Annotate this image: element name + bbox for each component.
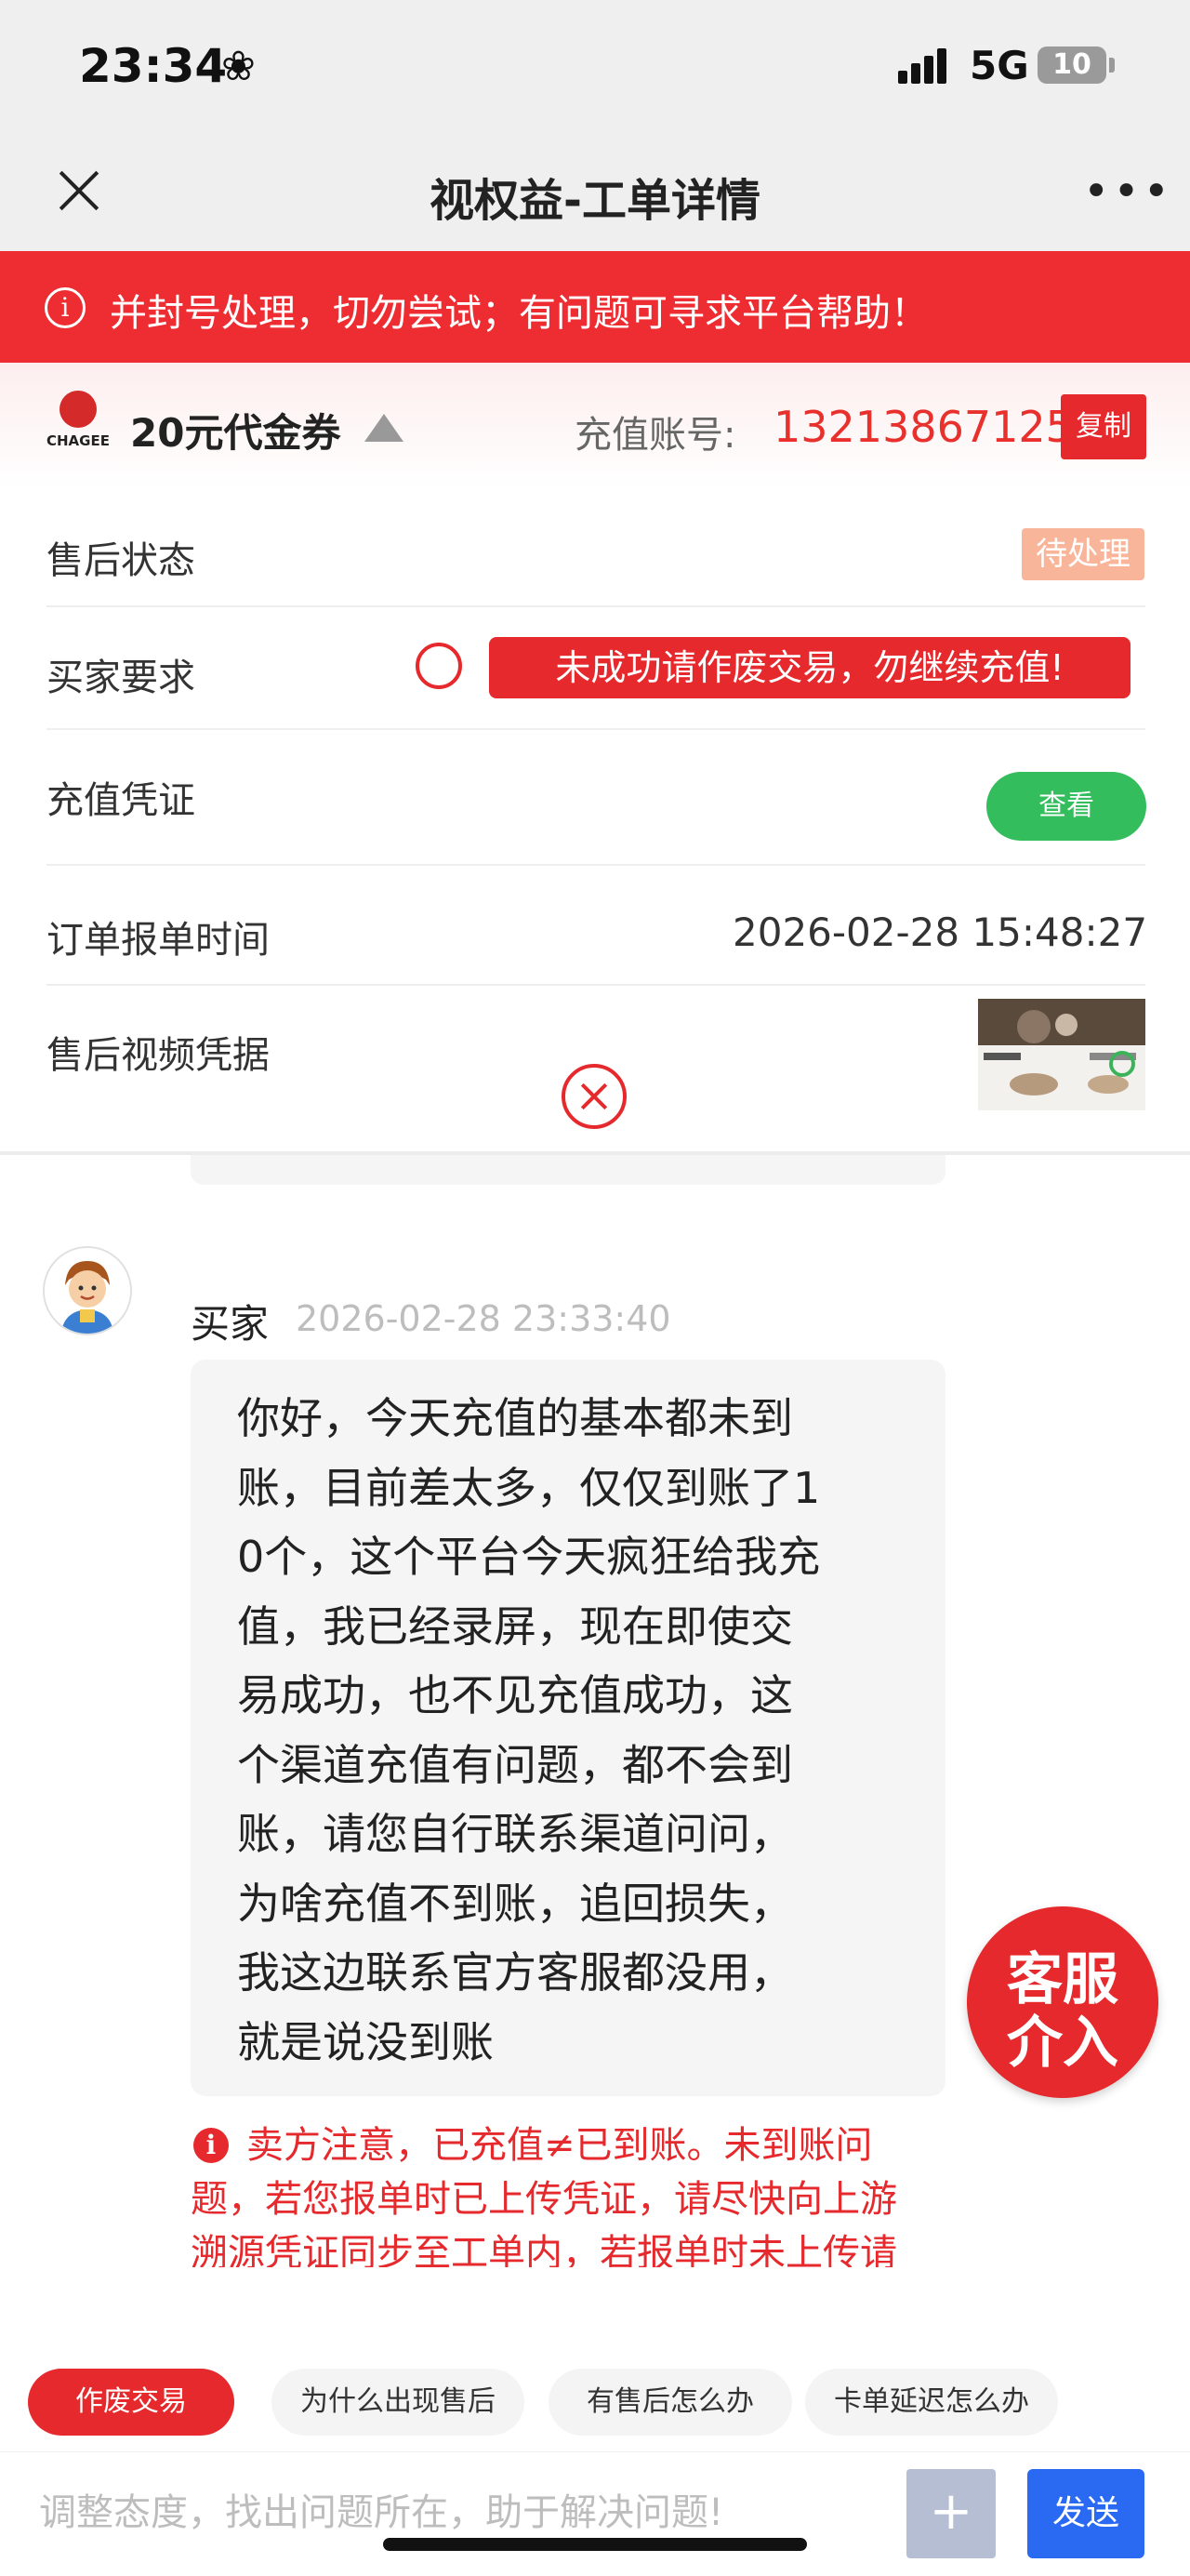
warning-text: 卖方注意，已充值≠已到账。未到账问 题，若您报单时已上传凭证，请尽快向上游 溯源… [191, 2118, 962, 2267]
what-to-do-chip[interactable]: 有售后怎么办 [549, 2369, 792, 2436]
account-value: 13213867125 [774, 402, 1073, 452]
message-line: 值，我已经录屏，现在即使交 [237, 1600, 793, 1652]
notice-text: 并封号处理，切勿尝试；有问题可寻求平台帮助！ [110, 292, 928, 335]
info-icon: i [45, 287, 86, 328]
message-line: 个渠道充值有问题，都不会到 [237, 1739, 793, 1790]
copy-button[interactable]: 复制 [1061, 394, 1146, 459]
collapse-triangle-icon[interactable] [364, 414, 403, 442]
warning-line: 题，若您报单时已上传凭证，请尽快向上游 [191, 2178, 897, 2221]
warning-clip: 卖方注意，已充值≠已到账。未到账问 题，若您报单时已上传凭证，请尽快向上游 溯源… [186, 2111, 967, 2267]
send-button[interactable]: 发送 [1027, 2469, 1144, 2558]
account-label: 充值账号: [575, 414, 736, 457]
message-line: 0个，这个平台今天疯狂给我充 [237, 1532, 821, 1582]
voucher-label: 充值凭证 [46, 779, 195, 822]
message-line: 易成功，也不见充值成功，这 [237, 1670, 793, 1720]
buyer-request-label: 买家要求 [46, 657, 195, 699]
previous-message-bubble [191, 1155, 945, 1185]
message-line: 就是说没到账 [237, 2016, 494, 2067]
product-name: 20元代金券 [130, 410, 341, 456]
focus-mode-icon: ❀ [221, 43, 256, 90]
battery-tip [1109, 58, 1115, 73]
divider [46, 864, 1145, 866]
divider [46, 728, 1145, 730]
plus-button[interactable]: + [906, 2469, 996, 2558]
cs-line-2: 介入 [1007, 2011, 1118, 2076]
order-time-label: 订单报单时间 [46, 919, 270, 962]
network-type: 5G [970, 43, 1029, 88]
signal-icon [898, 48, 959, 84]
page-title: 视权益-工单详情 [430, 175, 760, 227]
why-after-sale-chip[interactable]: 为什么出现售后 [271, 2369, 524, 2436]
request-radio[interactable] [416, 643, 462, 689]
message-line: 账，目前差太多，仅仅到账了1 [237, 1462, 821, 1513]
sender-name: 买家 [191, 1301, 270, 1347]
battery-icon: 10 [1038, 46, 1106, 84]
close-panel-icon[interactable] [562, 1064, 627, 1129]
video-thumbnail-image [978, 999, 1145, 1110]
cartoon-avatar-icon [45, 1248, 130, 1334]
view-voucher-button[interactable]: 查看 [986, 772, 1146, 841]
order-delay-chip[interactable]: 卡单延迟怎么办 [805, 2369, 1058, 2436]
buyer-avatar [43, 1246, 132, 1335]
home-indicator [383, 2538, 807, 2551]
after-sale-status-label: 售后状态 [46, 539, 195, 582]
void-trade-chip[interactable]: 作废交易 [28, 2369, 234, 2436]
message-timestamp: 2026-02-28 23:33:40 [296, 1298, 671, 1339]
video-thumbnail[interactable] [978, 999, 1145, 1110]
warning-line: 溯源凭证同步至工单内，若报单时未上传请 [191, 2232, 897, 2267]
divider [46, 605, 1145, 607]
logo-text: CHAGEE [46, 432, 110, 449]
warning-line: 卖方注意，已充值≠已到账。未到账问 [246, 2124, 873, 2167]
message-line: 我这边联系官方客服都没用， [237, 1947, 793, 1998]
status-time: 23:34 [79, 39, 228, 93]
buyer-request-value: 未成功请作废交易，勿继续充值! [489, 637, 1130, 698]
customer-service-button[interactable]: 客服 介入 [967, 1906, 1158, 2098]
status-badge: 待处理 [1022, 528, 1144, 580]
message-line: 账，请您自行联系渠道问问， [237, 1809, 793, 1859]
video-evidence-label: 售后视频凭据 [46, 1034, 270, 1077]
more-icon[interactable]: ••• [1083, 169, 1173, 214]
divider [46, 984, 1145, 986]
message-line: 你好，今天充值的基本都未到 [237, 1393, 793, 1443]
order-time-value: 2026-02-28 15:48:27 [733, 910, 1148, 955]
message-text: 你好，今天充值的基本都未到 账，目前差太多，仅仅到账了1 0个，这个平台今天疯狂… [237, 1384, 906, 2077]
message-line: 为啥充值不到账，追回损失， [237, 1878, 793, 1929]
chagee-logo-icon [60, 391, 97, 428]
